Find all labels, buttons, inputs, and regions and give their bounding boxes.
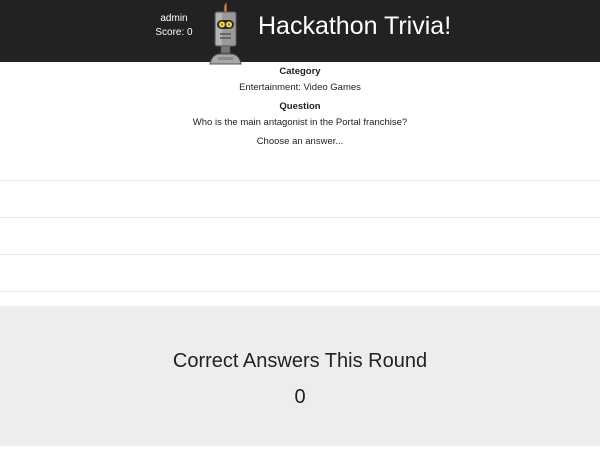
category-value: Entertainment: Video Games xyxy=(239,82,361,93)
divider xyxy=(0,291,600,292)
question-text: Who is the main antagonist in the Portal… xyxy=(192,117,408,128)
question-label: Question xyxy=(279,101,321,112)
round-score-title: Correct Answers This Round xyxy=(172,350,428,372)
top-bar: admin Score: 0 Hackathon Trivia! xyxy=(0,0,600,65)
username: admin xyxy=(160,13,188,24)
category-label: Category xyxy=(279,66,321,77)
answer-option-3[interactable] xyxy=(0,254,600,292)
app-title: Hackathon Trivia! xyxy=(258,12,452,40)
answer-option-2[interactable] xyxy=(0,217,600,255)
round-score-value: 0 xyxy=(294,386,306,408)
question-info: Category Entertainment: Video Games Ques… xyxy=(0,62,600,148)
score-text: Score: 0 xyxy=(155,27,193,38)
round-score-panel: Correct Answers This Round 0 xyxy=(0,306,600,446)
robot-icon xyxy=(209,3,242,65)
answer-option-1[interactable] xyxy=(0,180,600,218)
user-info: admin Score: 0 xyxy=(140,12,208,40)
answer-prompt: Choose an answer... xyxy=(256,136,344,147)
